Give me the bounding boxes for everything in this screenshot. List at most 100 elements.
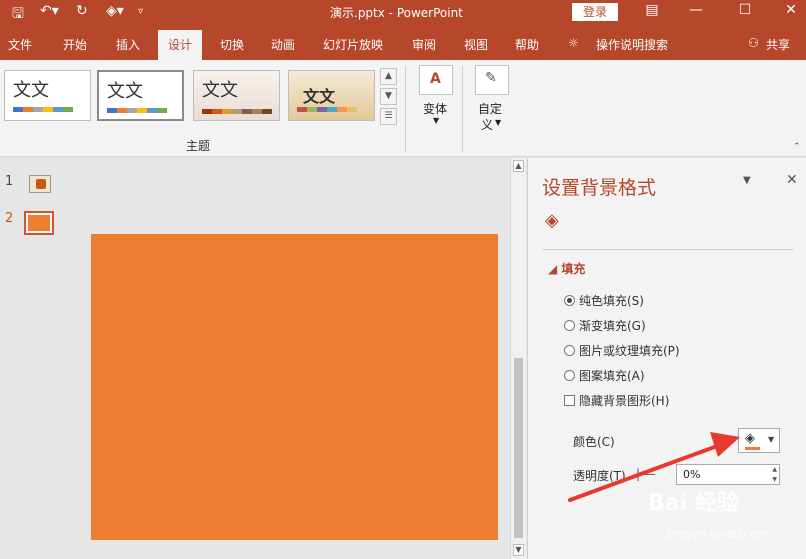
tab-slideshow[interactable]: 幻灯片放映 xyxy=(323,36,383,53)
color-label: 颜色(C) xyxy=(573,435,615,449)
group-label-themes: 主题 xyxy=(186,139,211,153)
tab-insert[interactable]: 插入 xyxy=(116,36,140,53)
option-label: 图案填充(A) xyxy=(579,369,645,383)
tab-transitions[interactable]: 切换 xyxy=(220,36,244,53)
close-icon[interactable]: ✕ xyxy=(786,172,798,188)
share-button[interactable]: 共享 xyxy=(766,36,790,53)
undo-icon[interactable]: ↶▾ xyxy=(40,3,59,19)
theme-office-selected[interactable]: 文文 xyxy=(97,70,184,121)
person-icon: ⚇ xyxy=(748,36,759,50)
pane-divider xyxy=(542,249,794,250)
fill-color-button[interactable]: ◈ ▼ xyxy=(738,428,780,453)
theme-swatches xyxy=(202,109,274,114)
option-label: 隐藏背景图形(H) xyxy=(579,394,670,408)
minimize-icon[interactable]: — xyxy=(684,2,708,18)
redo-icon[interactable]: ↻ xyxy=(76,3,88,19)
option-picture-fill[interactable]: 图片或纹理填充(P) xyxy=(564,342,680,359)
theme-office[interactable]: 文文 xyxy=(4,70,91,121)
close-window-icon[interactable]: ✕ xyxy=(779,2,803,18)
fill-section-label: 填充 xyxy=(561,262,586,276)
present-icon[interactable]: ◈▾ xyxy=(106,3,124,19)
theme-swatches xyxy=(107,108,167,113)
thumbnail-image xyxy=(36,179,46,189)
customize-button[interactable]: ✎ xyxy=(475,65,509,95)
customize-caret-icon: ▼ xyxy=(495,118,502,127)
theme-preview-text: 文文 xyxy=(303,87,336,106)
maximize-icon[interactable]: ☐ xyxy=(733,2,757,18)
paint-bucket-icon: ◈ xyxy=(745,431,755,446)
scroll-thumb[interactable] xyxy=(514,358,523,538)
customize-icon[interactable]: ▿ xyxy=(138,6,143,17)
document-title: 演示.pptx - PowerPoint xyxy=(330,6,463,20)
transparency-input[interactable]: 0% ▲ ▼ xyxy=(676,464,780,485)
option-pattern-fill[interactable]: 图案填充(A) xyxy=(564,367,645,384)
radio-pattern-fill[interactable] xyxy=(564,370,575,381)
theme-ink[interactable]: 文文 xyxy=(288,70,375,121)
save-icon[interactable]: 🖫 xyxy=(12,3,24,27)
variants-caret-icon: ▼ xyxy=(433,116,440,125)
option-label: 纯色填充(S) xyxy=(579,294,644,308)
theme-preview-text: 文文 xyxy=(107,81,143,102)
tab-view[interactable]: 视图 xyxy=(464,36,488,53)
theme-preview-text: 文文 xyxy=(202,80,238,101)
slide-orange[interactable] xyxy=(91,234,498,540)
variants-label: 变体 xyxy=(423,102,448,116)
checkbox-hide-background[interactable] xyxy=(564,395,575,406)
theme-preview-text: 文文 xyxy=(13,80,49,101)
ribbon-design: 文文 文文 文文 文文 ▲ ▼ ☰ 主题 A 变体 ▼ ✎ 自定 义 ▼ ⌃ xyxy=(0,60,806,157)
transparency-label: 透明度(T) xyxy=(573,469,626,483)
transparency-slider[interactable]: | — xyxy=(636,467,656,481)
customize-slide-icon: ✎ xyxy=(485,70,497,86)
chevron-down-icon: ▼ xyxy=(768,435,775,444)
radio-gradient-fill[interactable] xyxy=(564,320,575,331)
theme-swatches xyxy=(297,107,357,112)
thumbnail-fill xyxy=(28,215,50,231)
fill-section-title[interactable]: ◢ 填充 xyxy=(548,260,585,277)
ribbon-divider xyxy=(462,66,463,152)
canvas-scrollbar[interactable]: ▲ ▼ xyxy=(510,158,526,559)
ribbon-display-icon[interactable]: ▤ xyxy=(640,2,664,18)
option-label: 图片或纹理填充(P) xyxy=(579,344,680,358)
slide-number: 1 xyxy=(5,174,14,189)
watermark-url: jingyan.baidu.com xyxy=(666,527,768,540)
tab-home[interactable]: 开始 xyxy=(63,36,87,53)
option-hide-background[interactable]: 隐藏背景图形(H) xyxy=(564,392,669,409)
tab-review[interactable]: 审阅 xyxy=(412,36,436,53)
tab-animations[interactable]: 动画 xyxy=(271,36,295,53)
slide-thumbnail-2[interactable] xyxy=(24,211,54,235)
spin-up-icon[interactable]: ▲ xyxy=(772,466,777,473)
theme-swatches xyxy=(13,107,73,112)
spin-down-icon[interactable]: ▼ xyxy=(772,476,777,483)
option-gradient-fill[interactable]: 渐变填充(G) xyxy=(564,317,646,334)
radio-solid-fill[interactable] xyxy=(564,295,575,306)
scroll-down-button[interactable]: ▼ xyxy=(513,544,524,556)
option-label: 渐变填充(G) xyxy=(579,319,646,333)
customize-label-2: 义 xyxy=(481,118,494,132)
slide-thumbnail-1[interactable] xyxy=(29,175,51,193)
current-color-bar xyxy=(745,447,760,450)
gallery-down-button[interactable]: ▼ xyxy=(380,88,397,105)
paint-bucket-icon[interactable]: ◈ xyxy=(545,210,559,231)
ribbon-tabs: 文件 开始 插入 设计 切换 动画 幻灯片放映 审阅 视图 帮助 ☼ 操作说明搜… xyxy=(0,25,806,60)
variants-button[interactable]: A xyxy=(419,65,453,95)
slide-number-active: 2 xyxy=(5,211,14,226)
gallery-up-button[interactable]: ▲ xyxy=(380,68,397,85)
option-solid-fill[interactable]: 纯色填充(S) xyxy=(564,292,644,309)
pane-menu-icon[interactable]: ▼ xyxy=(743,175,751,186)
gallery-more-button[interactable]: ☰ xyxy=(380,108,397,125)
tab-help[interactable]: 帮助 xyxy=(515,36,539,53)
ribbon-divider xyxy=(405,66,406,152)
tab-file[interactable]: 文件 xyxy=(8,36,32,53)
variants-icon: A xyxy=(430,71,441,87)
radio-picture-fill[interactable] xyxy=(564,345,575,356)
lightbulb-icon: ☼ xyxy=(568,36,579,50)
customize-label: 自定 xyxy=(478,102,503,116)
login-button[interactable]: 登录 xyxy=(572,3,618,21)
tab-design[interactable]: 设计 xyxy=(158,30,203,60)
pane-title: 设置背景格式 xyxy=(542,177,657,199)
scroll-up-button[interactable]: ▲ xyxy=(513,160,524,172)
collapse-ribbon-icon[interactable]: ⌃ xyxy=(793,142,801,152)
transparency-value: 0% xyxy=(683,468,701,481)
theme-wood[interactable]: 文文 xyxy=(193,70,280,121)
tell-me-search[interactable]: 操作说明搜索 xyxy=(596,36,668,53)
